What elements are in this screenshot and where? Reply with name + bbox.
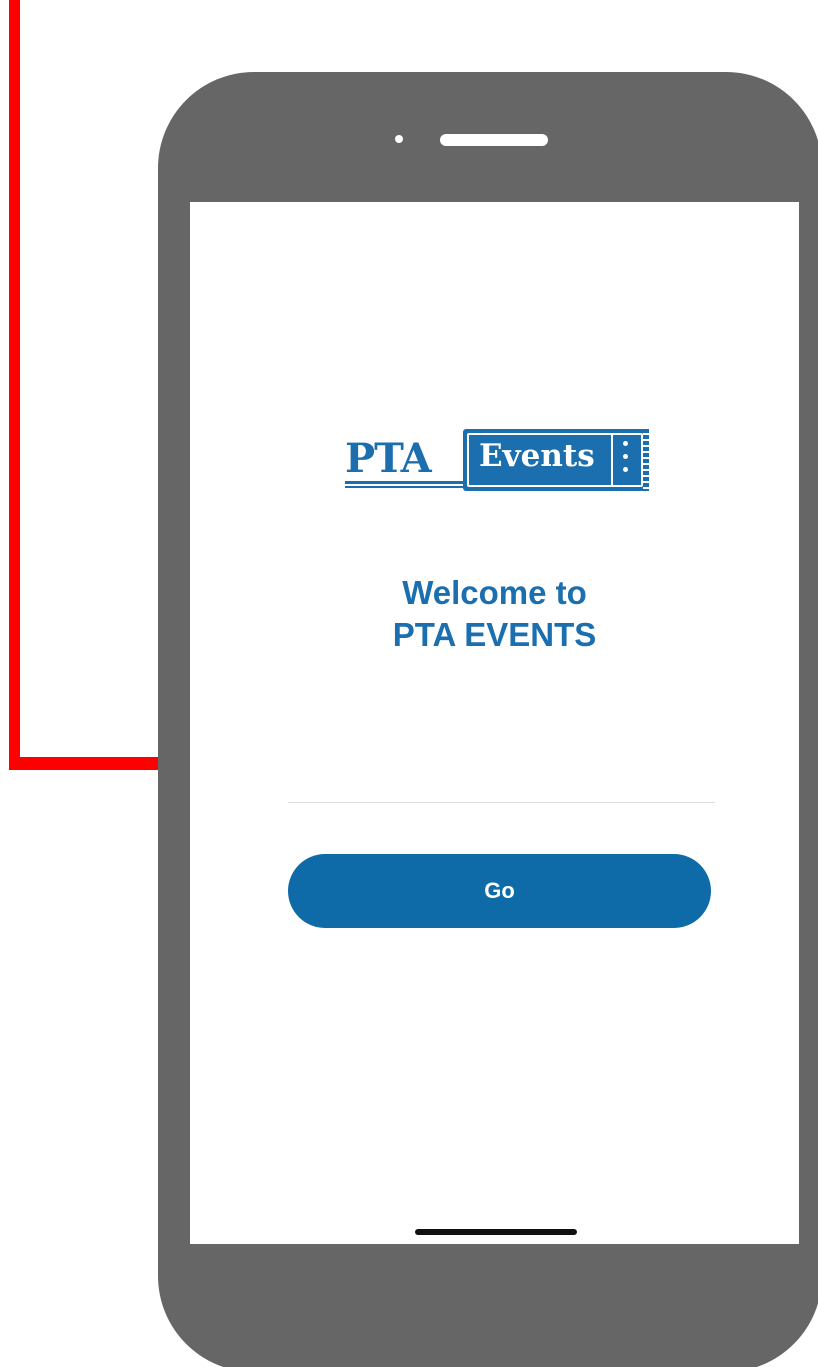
ticket-icon: Events: [463, 429, 649, 491]
home-indicator: [415, 1229, 577, 1235]
annotation-arrow-vertical: [9, 0, 20, 770]
ticket-serrated-edge: [643, 429, 649, 491]
logo-pta-text: PTA: [345, 435, 432, 482]
code-input[interactable]: [288, 760, 715, 802]
ticket-dots: [623, 441, 631, 480]
go-button[interactable]: Go: [288, 854, 711, 928]
camera-dot: [395, 135, 403, 143]
logo-underline: [345, 481, 463, 484]
code-input-wrapper: [288, 760, 715, 803]
welcome-heading: Welcome to PTA EVENTS: [190, 572, 799, 656]
ticket-perforation: [611, 433, 613, 487]
logo-underline-thin: [345, 486, 463, 488]
welcome-line-2: PTA EVENTS: [392, 616, 597, 653]
pta-events-logo: PTA Events: [345, 429, 665, 491]
welcome-line-1: Welcome to: [402, 574, 587, 611]
speaker-grille: [440, 134, 548, 146]
logo-events-text: Events: [479, 438, 595, 474]
stage: PTA Events Welcome to PTA EVENTS Go: [0, 0, 818, 1367]
phone-screen: PTA Events Welcome to PTA EVENTS Go: [190, 202, 799, 1244]
